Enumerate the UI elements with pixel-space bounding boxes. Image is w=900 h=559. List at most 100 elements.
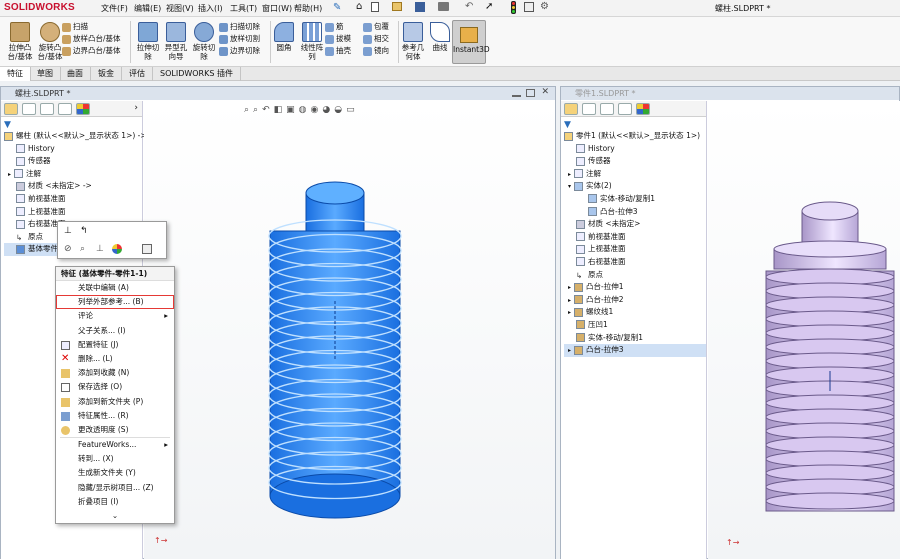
right-graphics-area[interactable]: ↑→ bbox=[708, 101, 900, 559]
edit-feature-icon[interactable]: ⊥ bbox=[64, 226, 72, 236]
menu-item-configure-feature[interactable]: 配置特征 (J) bbox=[56, 338, 174, 352]
restore-icon[interactable] bbox=[526, 89, 535, 97]
display-manager-tab-icon[interactable] bbox=[76, 103, 90, 115]
dimxpert-tab-icon[interactable] bbox=[618, 103, 632, 115]
tree-item-thread1[interactable]: ▸ 螺纹线1 bbox=[564, 306, 706, 319]
undo-icon[interactable]: ↶ bbox=[465, 1, 473, 12]
close-icon[interactable]: ✕ bbox=[541, 87, 549, 97]
configuration-manager-tab-icon[interactable] bbox=[40, 103, 54, 115]
expand-arrow-icon[interactable]: ▸ bbox=[568, 171, 571, 178]
home-icon[interactable]: ⌂ bbox=[356, 1, 362, 12]
new-document-icon[interactable] bbox=[371, 2, 379, 12]
threaded-part-model[interactable] bbox=[708, 101, 900, 559]
tree-item-top-plane[interactable]: 上视基准面 bbox=[4, 206, 142, 219]
right-window-titlebar[interactable]: 零件1.SLDPRT * bbox=[561, 87, 899, 100]
loft-cut-button[interactable]: 放样切割 bbox=[219, 33, 260, 45]
filter-icon[interactable]: ▼ bbox=[1, 117, 142, 130]
menu-view[interactable]: 视图(V) bbox=[166, 3, 194, 14]
feature-manager-tab-icon[interactable] bbox=[564, 103, 578, 115]
menu-item-comment[interactable]: 评论 ▸ bbox=[56, 309, 174, 323]
dimxpert-tab-icon[interactable] bbox=[58, 103, 72, 115]
intersect-button[interactable]: 相交 bbox=[363, 33, 389, 45]
boundary-boss-button[interactable]: 边界凸台/基体 bbox=[62, 45, 121, 57]
loft-button[interactable]: 放样凸台/基体 bbox=[62, 33, 121, 45]
menu-item-change-transparency[interactable]: 更改透明度 (S) bbox=[56, 423, 174, 437]
wrap-button[interactable]: 包覆 bbox=[363, 21, 389, 33]
menu-item-hide-show-tree-items[interactable]: 隐藏/显示树项目... (Z) bbox=[56, 481, 174, 495]
menu-tools[interactable]: 工具(T) bbox=[230, 3, 257, 14]
menu-item-add-to-favorites[interactable]: 添加到收藏 (N) bbox=[56, 366, 174, 380]
options-gear-icon[interactable]: ⚙ bbox=[540, 1, 549, 12]
tab-addins[interactable]: SOLIDWORKS 插件 bbox=[153, 67, 241, 81]
select-arrow-icon[interactable]: ➚ bbox=[485, 1, 493, 12]
menu-item-feature-properties[interactable]: 特征属性... (R) bbox=[56, 409, 174, 423]
tree-item-annotations[interactable]: ▸ 注解 bbox=[564, 168, 706, 181]
tree-item-boss-extrude3[interactable]: ▸ 凸台-拉伸3 bbox=[564, 344, 706, 357]
tab-evaluate[interactable]: 评估 bbox=[122, 67, 153, 81]
display-manager-tab-icon[interactable] bbox=[636, 103, 650, 115]
open-folder-icon[interactable] bbox=[392, 2, 402, 11]
tree-item-sensors[interactable]: 传感器 bbox=[564, 155, 706, 168]
menu-expand-more-icon[interactable]: ⌄ bbox=[56, 509, 174, 523]
tree-item-origin[interactable]: ↳ 原点 bbox=[564, 269, 706, 282]
zoom-to-selection-icon[interactable]: ⌕ bbox=[80, 244, 85, 254]
print-icon[interactable] bbox=[438, 2, 449, 11]
menu-insert[interactable]: 插入(I) bbox=[198, 3, 223, 14]
tree-item-solid-bodies[interactable]: ▾ 实体(2) bbox=[564, 180, 706, 193]
tab-sketch[interactable]: 草图 bbox=[30, 67, 61, 81]
expand-arrow-icon[interactable]: ▸ bbox=[568, 347, 571, 354]
draft-button[interactable]: 拔模 bbox=[325, 33, 351, 45]
menu-item-parent-child[interactable]: 父子关系... (I) bbox=[56, 324, 174, 338]
instant3d-toggle[interactable]: Instant3D bbox=[452, 20, 490, 64]
chevron-right-icon[interactable]: › bbox=[134, 103, 138, 113]
left-window-titlebar[interactable]: 螺柱.SLDPRT * bbox=[1, 87, 555, 100]
tree-item-move-copy1[interactable]: 实体-移动/复制1 bbox=[564, 332, 706, 345]
menu-item-featureworks[interactable]: FeatureWorks... ▸ bbox=[56, 438, 174, 452]
configuration-manager-tab-icon[interactable] bbox=[600, 103, 614, 115]
tree-item-boss-extrude2[interactable]: ▸ 凸台-拉伸2 bbox=[564, 294, 706, 307]
menu-item-list-external-references[interactable]: 列举外部参考... (B) bbox=[56, 295, 174, 310]
expand-arrow-icon[interactable]: ▸ bbox=[568, 297, 571, 304]
shell-button[interactable]: 抽壳 bbox=[325, 45, 351, 57]
menu-item-edit-in-context[interactable]: 关联中编辑 (A) bbox=[56, 281, 174, 295]
boundary-cut-button[interactable]: 边界切除 bbox=[219, 45, 260, 57]
tree-item-front-plane[interactable]: 前视基准面 bbox=[4, 193, 142, 206]
expand-arrow-icon[interactable]: ▸ bbox=[568, 309, 571, 316]
solidworks-logo[interactable]: SOLIDWORKS bbox=[4, 2, 75, 13]
expand-arrow-icon[interactable]: ▸ bbox=[568, 284, 571, 291]
property-manager-tab-icon[interactable] bbox=[22, 103, 36, 115]
menu-item-delete[interactable]: ✕ 删除... (L) bbox=[56, 352, 174, 366]
tree-item-boss-extrude1[interactable]: ▸ 凸台-拉伸1 bbox=[564, 281, 706, 294]
tree-item-top-plane[interactable]: 上视基准面 bbox=[564, 243, 706, 256]
selected-stud-model[interactable] bbox=[144, 101, 555, 559]
tree-item-right-plane[interactable]: 右视基准面 bbox=[564, 256, 706, 269]
save-icon[interactable] bbox=[415, 2, 425, 12]
collapse-arrow-icon[interactable]: ▾ bbox=[568, 183, 571, 190]
property-manager-tab-icon[interactable] bbox=[582, 103, 596, 115]
menu-edit[interactable]: 编辑(E) bbox=[134, 3, 161, 14]
tree-item-material[interactable]: 材质 <未指定> -> bbox=[4, 180, 142, 193]
tree-item-body-move-copy[interactable]: 实体-移动/复制1 bbox=[564, 193, 706, 206]
menu-item-collapse-items[interactable]: 折叠项目 (I) bbox=[56, 495, 174, 509]
tree-item-part1[interactable]: 零件1 (默认<<默认>_显示状态 1>) bbox=[564, 130, 706, 143]
traffic-light-icon[interactable] bbox=[511, 1, 516, 14]
tree-item-sensors[interactable]: 传感器 bbox=[4, 155, 142, 168]
tree-item-annotations[interactable]: ▸ 注解 bbox=[4, 168, 142, 181]
menu-item-create-new-folder[interactable]: 生成新文件夹 (Y) bbox=[56, 466, 174, 480]
sweep-button[interactable]: 扫描 bbox=[62, 21, 121, 33]
isolate-icon[interactable] bbox=[142, 244, 152, 254]
tree-item-indent1[interactable]: 压凹1 bbox=[564, 319, 706, 332]
menu-item-save-selection[interactable]: 保存选择 (O) bbox=[56, 380, 174, 394]
sweep-cut-button[interactable]: 扫描切除 bbox=[219, 21, 260, 33]
rebuild-icon[interactable] bbox=[524, 2, 534, 12]
expand-arrow-icon[interactable]: ▸ bbox=[8, 171, 11, 178]
menu-window[interactable]: 窗口(W) bbox=[262, 3, 292, 14]
rollback-icon[interactable]: ↰ bbox=[80, 226, 88, 236]
tree-item-history[interactable]: History bbox=[4, 143, 142, 156]
right-document-window[interactable]: 零件1.SLDPRT * ▼ 零件1 (默认<<默认>_显示状态 1>) His… bbox=[560, 86, 900, 559]
pin-icon[interactable]: ✎ bbox=[333, 2, 341, 13]
rib-button[interactable]: 筋 bbox=[325, 21, 351, 33]
tab-sheet-metal[interactable]: 钣金 bbox=[91, 67, 122, 81]
tree-item-part[interactable]: 螺柱 (默认<<默认>_显示状态 1>) -> bbox=[4, 130, 147, 143]
menu-item-add-to-new-folder[interactable]: 添加到新文件夹 (P) bbox=[56, 395, 174, 409]
